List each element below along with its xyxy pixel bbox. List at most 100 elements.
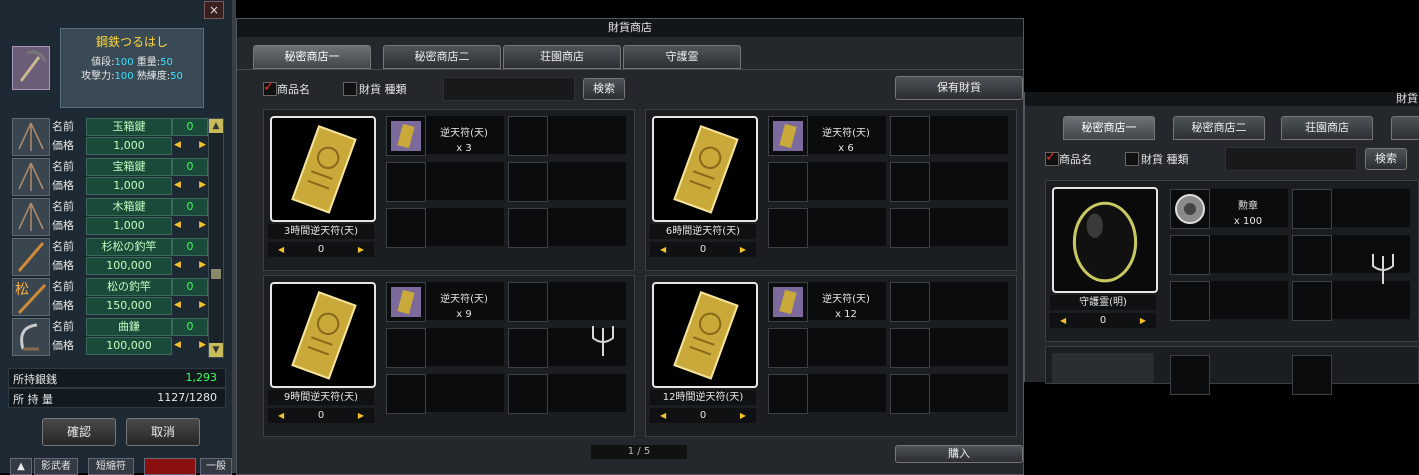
quantity-stepper[interactable]: ◀ 0 ▶ bbox=[1050, 313, 1156, 328]
currency-type-checkbox[interactable] bbox=[343, 82, 357, 96]
cost-info-empty bbox=[548, 162, 626, 200]
list-item[interactable]: 名前 木箱鍵 0 価格 1,000 ◀ ▶ bbox=[12, 198, 208, 236]
quantity-field[interactable]: 0 bbox=[172, 158, 208, 176]
cost-slot bbox=[768, 282, 808, 322]
owned-currency-button[interactable]: 保有財貨 bbox=[895, 76, 1023, 100]
bottom-bar: ▲ 影武者 短縮符 一般 bbox=[0, 458, 232, 475]
cost-info-empty bbox=[426, 162, 504, 200]
tab-guardian-spirit[interactable]: 守護霊 bbox=[623, 45, 741, 69]
quantity-field[interactable]: 0 bbox=[172, 238, 208, 256]
selected-item-stats-1: 値段:100 重量:50 bbox=[61, 53, 203, 68]
quantity-stepper[interactable]: ◀ 0 ▶ bbox=[268, 242, 374, 257]
decrease-arrow-icon[interactable]: ◀ bbox=[660, 245, 666, 254]
tab-manor-shop[interactable]: 荘園商店 bbox=[503, 45, 621, 69]
increase-arrow-icon[interactable]: ▶ bbox=[740, 245, 746, 254]
tab-secret-shop-2[interactable]: 秘密商店二 bbox=[383, 45, 501, 69]
product-card[interactable]: 6時間逆天符(天) ◀ 0 ▶ 逆天符(天) x 6 bbox=[645, 109, 1017, 271]
tab-secret-shop-2[interactable]: 秘密商店二 bbox=[1173, 116, 1265, 140]
tab-secret-shop-1[interactable]: 秘密商店一 bbox=[253, 45, 371, 69]
window-title-bar: 財貨 bbox=[1025, 92, 1419, 106]
list-item[interactable]: 名前 玉箱鍵 0 価格 1,000 ◀ ▶ bbox=[12, 118, 208, 156]
quantity-field[interactable]: 0 bbox=[172, 118, 208, 136]
increase-arrow-icon[interactable]: ▶ bbox=[199, 217, 206, 233]
decrease-arrow-icon[interactable]: ◀ bbox=[174, 297, 181, 313]
red-orb-icon[interactable] bbox=[144, 458, 196, 475]
cost-info-empty bbox=[1210, 235, 1288, 273]
cost-item-name: 逆天符(天) bbox=[440, 128, 488, 139]
search-button[interactable]: 検索 bbox=[583, 78, 625, 100]
scroll-thumb[interactable] bbox=[211, 269, 221, 279]
quantity-field[interactable]: 0 bbox=[172, 318, 208, 336]
price-label: 価格 bbox=[52, 219, 74, 232]
scroll-up-icon[interactable]: ▲ bbox=[209, 119, 223, 133]
buy-button[interactable]: 購入 bbox=[895, 445, 1023, 463]
shadow-warrior-button[interactable]: 影武者 bbox=[34, 458, 78, 475]
currency-type-checkbox[interactable] bbox=[1125, 152, 1139, 166]
product-name-checkbox[interactable]: ✓ bbox=[1045, 149, 1059, 166]
quantity-stepper[interactable]: ◀ 0 ▶ bbox=[650, 408, 756, 423]
cost-info-empty bbox=[930, 116, 1008, 154]
increase-arrow-icon[interactable]: ▶ bbox=[1140, 316, 1146, 325]
increase-arrow-icon[interactable]: ▶ bbox=[199, 297, 206, 313]
increase-arrow-icon[interactable]: ▶ bbox=[358, 411, 364, 420]
list-item[interactable]: 名前 曲鎌 0 価格 100,000 ◀ ▶ bbox=[12, 318, 208, 356]
product-card[interactable]: 12時間逆天符(天) ◀ 0 ▶ 逆天符(天) x 12 bbox=[645, 275, 1017, 437]
name-label: 名前 bbox=[52, 280, 74, 293]
quantity-stepper[interactable]: ◀ 0 ▶ bbox=[650, 242, 756, 257]
close-button[interactable]: × bbox=[204, 1, 224, 19]
decrease-arrow-icon[interactable]: ◀ bbox=[660, 411, 666, 420]
list-item[interactable]: 名前 杉松の釣竿 0 価格 100,000 ◀ ▶ bbox=[12, 238, 208, 276]
increase-arrow-icon[interactable]: ▶ bbox=[199, 177, 206, 193]
product-card[interactable]: 守護霊(明) ◀ 0 ▶ 勲章 x 100 bbox=[1045, 180, 1419, 342]
general-chat-button[interactable]: 一般 bbox=[200, 458, 232, 475]
decrease-arrow-icon[interactable]: ◀ bbox=[1060, 316, 1066, 325]
tab-manor-shop[interactable]: 荘園商店 bbox=[1281, 116, 1373, 140]
tab-guardian-spirit[interactable] bbox=[1391, 116, 1419, 140]
decrease-arrow-icon[interactable]: ◀ bbox=[174, 257, 181, 273]
tab-secret-shop-1[interactable]: 秘密商店一 bbox=[1063, 116, 1155, 140]
list-scrollbar[interactable]: ▲ ▼ bbox=[208, 118, 224, 358]
increase-arrow-icon[interactable]: ▶ bbox=[199, 257, 206, 273]
cost-slot-empty bbox=[1292, 281, 1332, 321]
cost-slot-empty bbox=[508, 328, 548, 368]
shortcut-talisman-button[interactable]: 短縮符 bbox=[88, 458, 134, 475]
pagination[interactable]: 1 / 5 bbox=[591, 445, 687, 459]
product-card[interactable]: 9時間逆天符(天) ◀ 0 ▶ 逆天符(天) x 9 bbox=[263, 275, 635, 437]
cost-info-empty bbox=[808, 374, 886, 412]
increase-arrow-icon[interactable]: ▶ bbox=[199, 337, 206, 353]
pine-character: 松 bbox=[15, 282, 29, 298]
decrease-arrow-icon[interactable]: ◀ bbox=[278, 245, 284, 254]
increase-arrow-icon[interactable]: ▶ bbox=[358, 245, 364, 254]
decrease-arrow-icon[interactable]: ◀ bbox=[174, 217, 181, 233]
item-name: 松の釣竿 bbox=[86, 278, 172, 296]
quantity-field[interactable]: 0 bbox=[172, 278, 208, 296]
list-item[interactable]: 松 名前 松の釣竿 0 価格 150,000 ◀ ▶ bbox=[12, 278, 208, 316]
scroll-down-icon[interactable]: ▼ bbox=[209, 343, 223, 357]
talisman-icon bbox=[652, 282, 758, 388]
decrease-arrow-icon[interactable]: ◀ bbox=[174, 337, 181, 353]
quantity-value: 0 bbox=[699, 244, 707, 255]
list-item[interactable]: 名前 宝箱鍵 0 価格 1,000 ◀ ▶ bbox=[12, 158, 208, 196]
quantity-field[interactable]: 0 bbox=[172, 198, 208, 216]
cost-item-name: 逆天符(天) bbox=[822, 294, 870, 305]
cost-info-empty bbox=[930, 328, 1008, 366]
confirm-button[interactable]: 確認 bbox=[42, 418, 116, 446]
product-name-checkbox[interactable]: ✓ bbox=[263, 80, 277, 96]
search-input[interactable] bbox=[443, 77, 575, 101]
cost-slot-empty bbox=[508, 208, 548, 248]
check-icon: ✓ bbox=[1045, 149, 1057, 165]
product-card[interactable]: 3時間逆天符(天) ◀ 0 ▶ 逆天符(天) x 3 bbox=[263, 109, 635, 271]
decrease-arrow-icon[interactable]: ◀ bbox=[278, 411, 284, 420]
expand-up-icon[interactable]: ▲ bbox=[10, 458, 32, 475]
name-label: 名前 bbox=[52, 160, 74, 173]
increase-arrow-icon[interactable]: ▶ bbox=[199, 137, 206, 153]
quantity-stepper[interactable]: ◀ 0 ▶ bbox=[268, 408, 374, 423]
decrease-arrow-icon[interactable]: ◀ bbox=[174, 137, 181, 153]
search-button[interactable]: 検索 bbox=[1365, 148, 1407, 170]
product-title: 3時間逆天符(天) bbox=[268, 224, 374, 239]
search-input[interactable] bbox=[1225, 147, 1357, 171]
increase-arrow-icon[interactable]: ▶ bbox=[740, 411, 746, 420]
decrease-arrow-icon[interactable]: ◀ bbox=[174, 177, 181, 193]
product-card[interactable] bbox=[1045, 346, 1419, 395]
cancel-button[interactable]: 取消 bbox=[126, 418, 200, 446]
